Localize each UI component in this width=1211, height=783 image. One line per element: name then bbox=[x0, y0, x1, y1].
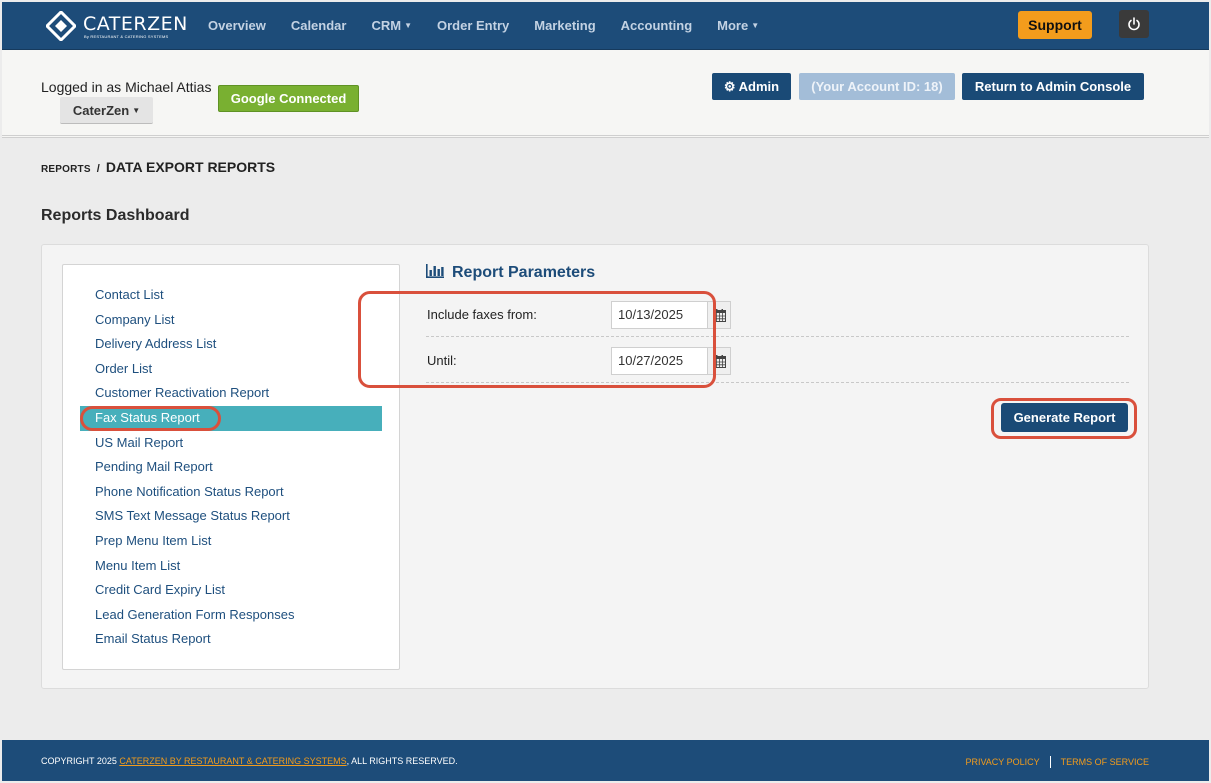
brand-tagline: By RESTAURANT & CATERING SYSTEMS bbox=[84, 34, 169, 39]
logged-in-text: Logged in as Michael Attias bbox=[41, 79, 212, 95]
account-dropdown[interactable]: CaterZen ▼ bbox=[60, 97, 153, 124]
until-date-picker-button[interactable] bbox=[707, 347, 731, 375]
nav-item-crm[interactable]: CRM ▼ bbox=[371, 2, 412, 50]
privacy-policy-link[interactable]: PRIVACY POLICY bbox=[965, 757, 1039, 767]
account-header: Logged in as Michael Attias CaterZen ▼ Go… bbox=[2, 50, 1209, 138]
top-navbar: CATERZEN By RESTAURANT & CATERING SYSTEM… bbox=[2, 2, 1209, 50]
bar-chart-icon bbox=[426, 264, 444, 278]
until-date-label: Until: bbox=[427, 353, 457, 368]
report-item-pending-mail-report[interactable]: Pending Mail Report bbox=[80, 455, 382, 480]
from-date-input[interactable]: 10/13/2025 bbox=[611, 301, 708, 329]
google-connected-badge[interactable]: Google Connected bbox=[218, 85, 359, 112]
caret-down-icon: ▼ bbox=[751, 21, 760, 30]
report-item-order-list[interactable]: Order List bbox=[80, 357, 382, 382]
power-icon bbox=[1128, 17, 1140, 31]
generate-report-button[interactable]: Generate Report bbox=[1001, 403, 1128, 432]
report-item-fax-status-report[interactable]: Fax Status Report bbox=[80, 405, 382, 431]
copyright-text: COPYRIGHT 2025 CATERZEN BY RESTAURANT & … bbox=[41, 756, 458, 766]
nav-item-accounting[interactable]: Accounting bbox=[621, 2, 693, 50]
nav-item-label: More bbox=[717, 18, 749, 33]
nav-item-label: Calendar bbox=[290, 18, 347, 33]
reports-sidebar: Contact List Company List Delivery Address… bbox=[62, 264, 400, 670]
account-id-badge: (Your Account ID: 18) bbox=[799, 73, 955, 100]
reports-panel: Contact List Company List Delivery Address… bbox=[41, 244, 1149, 689]
account-label: CaterZen bbox=[72, 103, 130, 118]
breadcrumb-current: DATA EXPORT REPORTS bbox=[105, 159, 276, 175]
report-item-customer-reactivation-report[interactable]: Customer Reactivation Report bbox=[80, 381, 382, 406]
params-title: Report Parameters bbox=[452, 264, 596, 281]
brand-name: CATERZEN bbox=[83, 13, 188, 35]
terms-of-service-link[interactable]: TERMS OF SERVICE bbox=[1061, 757, 1149, 767]
nav-item-label: Accounting bbox=[620, 18, 693, 33]
report-item-prep-menu-item-list[interactable]: Prep Menu Item List bbox=[80, 529, 382, 554]
main-menu: Overview Calendar CRM ▼ Order Entry Marketing… bbox=[208, 2, 784, 50]
report-item-sms-text-message-status-report[interactable]: SMS Text Message Status Report bbox=[80, 504, 382, 529]
report-item-company-list[interactable]: Company List bbox=[80, 308, 382, 333]
report-item-lead-generation-form-responses[interactable]: Lead Generation Form Responses bbox=[80, 603, 382, 628]
footer-links: PRIVACY POLICY TERMS OF SERVICE bbox=[965, 756, 1149, 768]
gear-icon: ⚙ bbox=[723, 79, 736, 94]
nav-item-order-entry[interactable]: Order Entry bbox=[437, 2, 509, 50]
nav-item-label: CRM bbox=[371, 18, 402, 33]
nav-item-label: Marketing bbox=[534, 18, 596, 33]
report-item-email-status-report[interactable]: Email Status Report bbox=[80, 627, 382, 652]
copyright-prefix: COPYRIGHT 2025 bbox=[41, 756, 120, 766]
report-item-contact-list[interactable]: Contact List bbox=[80, 283, 382, 308]
from-date-row: Include faxes from: 10/13/2025 bbox=[426, 291, 1129, 337]
until-date-input[interactable]: 10/27/2025 bbox=[611, 347, 708, 375]
admin-label: Admin bbox=[738, 79, 780, 94]
report-item-credit-card-expiry-list[interactable]: Credit Card Expiry List bbox=[80, 578, 382, 603]
report-list: Contact List Company List Delivery Address… bbox=[80, 283, 382, 652]
caret-down-icon: ▼ bbox=[132, 106, 141, 115]
report-item-us-mail-report[interactable]: US Mail Report bbox=[80, 431, 382, 456]
active-report-highlight-annotation bbox=[80, 405, 221, 431]
admin-button[interactable]: ⚙ Admin bbox=[712, 73, 791, 100]
nav-item-overview[interactable]: Overview bbox=[208, 2, 266, 50]
footer: COPYRIGHT 2025 CATERZEN BY RESTAURANT & … bbox=[2, 740, 1209, 781]
breadcrumb: REPORTS / DATA EXPORT REPORTS bbox=[41, 159, 275, 175]
logout-button[interactable] bbox=[1119, 10, 1149, 38]
calendar-icon bbox=[713, 355, 726, 368]
footer-divider bbox=[1049, 756, 1051, 768]
from-date-label: Include faxes from: bbox=[427, 307, 537, 322]
report-item-menu-item-list[interactable]: Menu Item List bbox=[80, 554, 382, 579]
copyright-suffix: , ALL RIGHTS RESERVED. bbox=[346, 756, 458, 766]
until-date-row: Until: 10/27/2025 bbox=[426, 337, 1129, 383]
nav-item-marketing[interactable]: Marketing bbox=[534, 2, 595, 50]
breadcrumb-reports-link[interactable]: REPORTS bbox=[41, 164, 91, 175]
breadcrumb-separator: / bbox=[96, 163, 100, 175]
from-date-picker-button[interactable] bbox=[707, 301, 731, 329]
params-heading: Report Parameters bbox=[426, 264, 595, 282]
page-title: Reports Dashboard bbox=[41, 207, 190, 224]
support-button[interactable]: Support bbox=[1018, 11, 1092, 39]
report-item-phone-notification-status-report[interactable]: Phone Notification Status Report bbox=[80, 480, 382, 505]
company-link[interactable]: CATERZEN BY RESTAURANT & CATERING SYSTEM… bbox=[119, 756, 346, 766]
nav-item-label: Overview bbox=[208, 18, 266, 33]
nav-item-label: Order Entry bbox=[437, 18, 510, 33]
nav-item-calendar[interactable]: Calendar bbox=[291, 2, 347, 50]
return-admin-console-button[interactable]: Return to Admin Console bbox=[962, 73, 1144, 100]
logo-icon bbox=[46, 11, 76, 41]
caret-down-icon: ▼ bbox=[404, 21, 412, 30]
calendar-icon bbox=[713, 309, 726, 322]
report-item-delivery-address-list[interactable]: Delivery Address List bbox=[80, 332, 382, 357]
nav-item-more[interactable]: More ▼ bbox=[717, 2, 759, 50]
caterzen-logo[interactable]: CATERZEN By RESTAURANT & CATERING SYSTEM… bbox=[46, 11, 188, 43]
